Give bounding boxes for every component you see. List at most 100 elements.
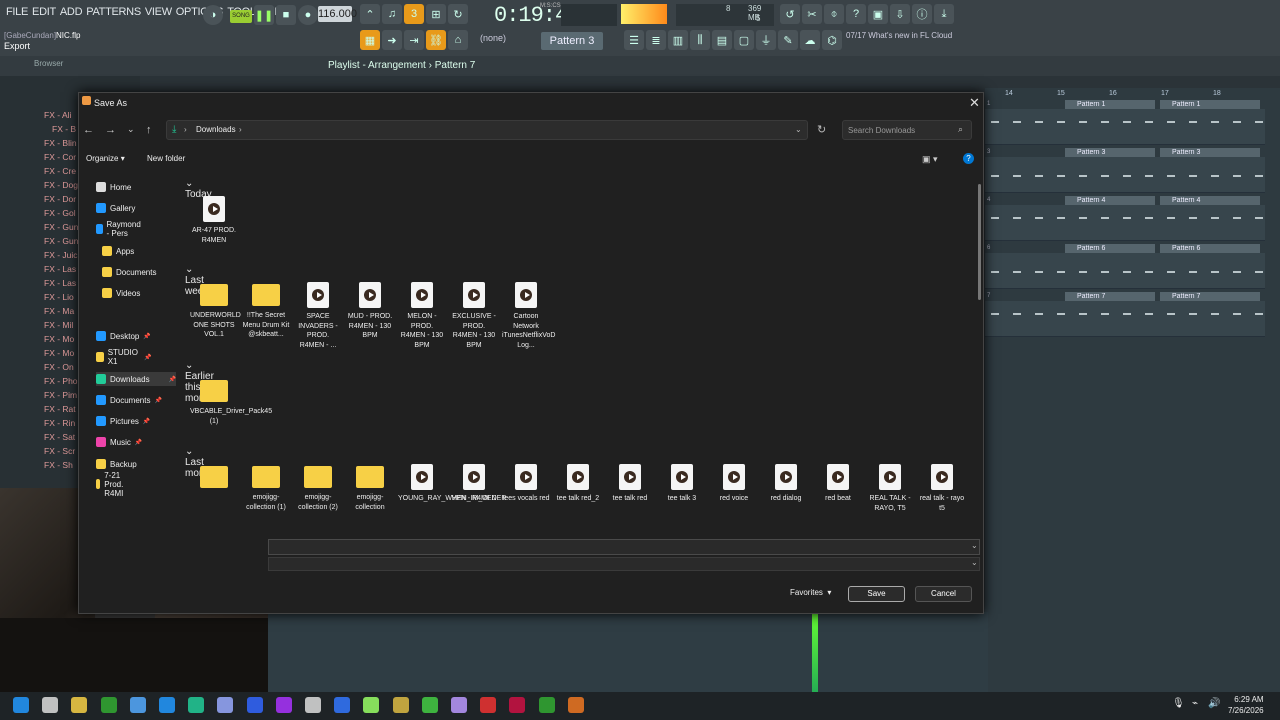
menu-patterns[interactable]: PATTERNS [84, 6, 143, 18]
folder-item[interactable]: VBCABLE_Driver_Pack45 (1) [190, 378, 272, 426]
file-explorer-icon[interactable] [71, 697, 88, 713]
save-button[interactable]: Save [848, 586, 905, 602]
view-options-icon[interactable]: ▣ ▾ [922, 154, 938, 165]
tempo-display[interactable]: 116.000 [318, 6, 357, 22]
pattern-clip-label[interactable]: Pattern 7 [1160, 292, 1260, 301]
youtube-icon[interactable] [509, 697, 526, 713]
download-icon[interactable]: ⤓ [934, 4, 954, 24]
song-mode-toggle[interactable]: SONG [230, 10, 252, 23]
media-icon[interactable] [538, 697, 555, 713]
spotify-icon[interactable] [451, 697, 467, 713]
loop-record-icon[interactable]: ↻ [448, 4, 468, 24]
folder-item[interactable] [190, 464, 238, 493]
recent-dropdown-icon[interactable]: ⌄ [127, 124, 135, 135]
snap-icon[interactable]: ⇥ [404, 30, 424, 50]
vertical-scrollbar[interactable] [978, 184, 981, 300]
volume-icon[interactable]: 🔊 [1208, 698, 1220, 709]
pattern-clip-label[interactable]: Pattern 3 [1065, 148, 1155, 157]
nav-item[interactable]: Videos [102, 286, 140, 300]
audio-file-item[interactable]: Cartoon Network iTunesNetflixVoD Log... [502, 282, 555, 350]
audio-file-item[interactable]: AR-47 PROD. R4MEN [190, 196, 238, 245]
export-icon[interactable]: ⇩ [890, 4, 910, 24]
typing-keyboard-icon[interactable]: ▦ [360, 30, 380, 50]
audio-file-item[interactable]: MUD - PROD. R4MEN - 130 BPM [346, 282, 394, 341]
audio-file-item[interactable]: VPN - R4MEN [450, 464, 498, 504]
file-name-field[interactable] [268, 539, 980, 555]
new-folder-button[interactable]: New folder [147, 154, 185, 163]
audio-file-item[interactable]: tees vocals red [502, 464, 550, 504]
audio-file-item[interactable]: red dialog [762, 464, 810, 504]
start-icon[interactable] [13, 697, 29, 713]
audio-file-item[interactable]: real talk - rayo t5 [918, 464, 966, 513]
snap-select[interactable]: (none) [480, 33, 506, 43]
fl-studio-icon[interactable] [392, 697, 409, 713]
folder-item[interactable]: emojigg-collection (1) [242, 464, 290, 512]
pattern-clip[interactable] [985, 109, 1265, 145]
address-dropdown-icon[interactable]: ⌄ [795, 125, 802, 134]
back-icon[interactable]: ← [83, 124, 94, 136]
after-effects-icon[interactable] [217, 697, 234, 713]
info-icon[interactable]: ⓘ [912, 4, 932, 24]
mic-tray-icon[interactable]: 🎙 [1172, 698, 1185, 709]
forward-icon[interactable]: → [105, 124, 116, 136]
undo-icon[interactable]: ↺ [780, 4, 800, 24]
news-panel[interactable]: 07/17 What's new in FL Cloud [846, 31, 952, 41]
tools-icon[interactable]: ✂ [802, 4, 822, 24]
search-input[interactable]: Search Downloads [842, 120, 972, 140]
folder-item[interactable]: !!The Secret Menu Drum Kit @skbeatt... [242, 282, 290, 340]
playlist-icon[interactable]: ☰ [624, 30, 644, 50]
chevron-down-icon[interactable]: ⌄ [971, 558, 978, 567]
pause-icon[interactable]: ❚❚ [254, 5, 274, 25]
file-icon[interactable]: ▢ [734, 30, 754, 50]
folder-item[interactable]: emojigg-collection [346, 464, 394, 512]
premiere-icon[interactable] [275, 697, 292, 713]
pattern-clip-label[interactable]: Pattern 7 [1065, 292, 1155, 301]
audio-file-item[interactable]: YOUNG_RAY_WHEN_IM_OLDER [398, 464, 506, 504]
address-bar[interactable] [166, 120, 808, 140]
audio-file-item[interactable]: red beat [814, 464, 862, 504]
pattern-clip-label[interactable]: Pattern 1 [1160, 100, 1260, 109]
clock[interactable]: 6:29 AM 7/26/2026 [1228, 694, 1264, 716]
pattern-clip-label[interactable]: Pattern 4 [1065, 196, 1155, 205]
help-icon[interactable]: ? [963, 153, 974, 164]
nav-item[interactable]: Desktop 📌 [96, 329, 151, 343]
menu-edit[interactable]: EDIT [30, 6, 58, 18]
link-icon[interactable]: ⛓ [426, 30, 446, 50]
nav-item[interactable]: STUDIO X1 📌 [96, 348, 152, 366]
audio-file-item[interactable]: REAL TALK - RAYO, T5 [866, 464, 914, 513]
app-icon[interactable] [188, 697, 205, 713]
nav-item[interactable]: Pictures 📌 [96, 414, 150, 428]
folder-item[interactable]: UNDERWORLD ONE SHOTS VOL.1 [190, 282, 241, 340]
audio-file-item[interactable]: MELON - PROD. R4MEN - 130 BPM [398, 282, 446, 350]
plugin-icon[interactable]: ⏚ [756, 30, 776, 50]
metronome-icon[interactable]: ⌃ [360, 4, 380, 24]
brush-icon[interactable]: ✎ [778, 30, 798, 50]
settings-icon[interactable] [129, 697, 146, 713]
pattern-selector[interactable]: Pattern 3 [541, 32, 603, 50]
mic-icon[interactable]: ⌽ [824, 4, 844, 24]
save-icon[interactable]: ▣ [868, 4, 888, 24]
nav-item[interactable]: Music 📌 [96, 435, 142, 449]
audio-file-item[interactable]: tee talk red_2 [554, 464, 602, 504]
record-mode-icon[interactable]: ◑ [203, 5, 223, 25]
up-icon[interactable]: ↑ [146, 124, 152, 136]
game-icon[interactable] [100, 697, 117, 713]
menu-add[interactable]: ADD [58, 6, 84, 18]
pattern-clip-label[interactable]: Pattern 3 [1160, 148, 1260, 157]
pattern-clip[interactable] [985, 205, 1265, 241]
chevron-down-icon[interactable]: ⌄ [971, 541, 978, 550]
audio-file-item[interactable]: SPACE INVADERS - PROD. R4MEN - ... [294, 282, 342, 350]
pattern-clip[interactable] [985, 157, 1265, 193]
step-edit-icon[interactable]: ⊞ [426, 4, 446, 24]
pattern-clip-label[interactable]: Pattern 6 [1065, 244, 1155, 253]
pattern-clip[interactable] [985, 301, 1265, 337]
chrome-icon[interactable] [421, 697, 438, 713]
tag-icon[interactable]: ⌬ [822, 30, 842, 50]
network-icon[interactable]: ⌁ [1192, 698, 1198, 709]
pattern-clip-label[interactable]: Pattern 4 [1160, 196, 1260, 205]
nav-item[interactable]: Backup [96, 457, 137, 471]
arrow-icon[interactable]: ➜ [382, 30, 402, 50]
menu-view[interactable]: VIEW [143, 6, 174, 18]
piano-roll-icon[interactable]: ≣ [646, 30, 666, 50]
close-icon[interactable]: ✕ [969, 95, 980, 111]
